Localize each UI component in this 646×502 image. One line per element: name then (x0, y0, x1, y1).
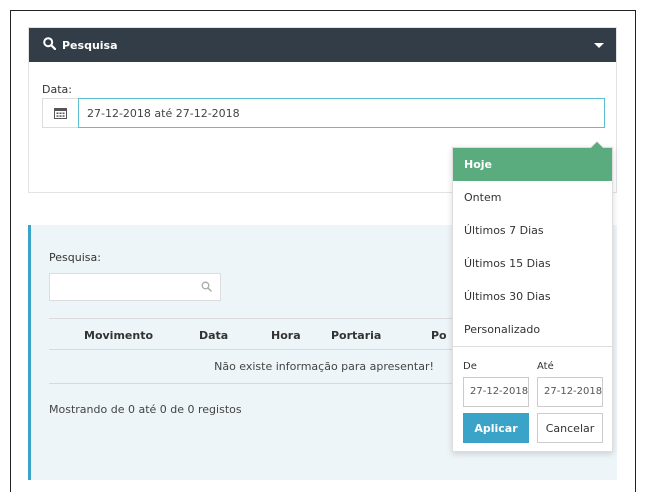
table-info: Mostrando de 0 até 0 de 0 registos (49, 403, 242, 416)
range-personalizado[interactable]: Personalizado (453, 313, 612, 346)
search-icon (43, 37, 57, 53)
column-header-po[interactable]: Po (431, 329, 447, 342)
range-15-dias[interactable]: Últimos 15 Dias (453, 247, 612, 280)
search-panel-title: Pesquisa (62, 38, 118, 52)
column-header-movimento[interactable]: Movimento (84, 329, 153, 342)
cancel-button[interactable]: Cancelar (537, 413, 603, 443)
column-header-hora[interactable]: Hora (271, 329, 301, 342)
apply-button[interactable]: Aplicar (463, 413, 529, 443)
table-search-label: Pesquisa: (49, 251, 101, 264)
range-ontem[interactable]: Ontem (453, 181, 612, 214)
search-icon (201, 281, 212, 295)
range-hoje[interactable]: Hoje (453, 148, 612, 181)
from-label: De (463, 361, 477, 372)
range-7-dias[interactable]: Últimos 7 Dias (453, 214, 612, 247)
calendar-icon[interactable] (42, 98, 78, 128)
table-search-input[interactable] (49, 273, 221, 301)
to-label: Até (537, 361, 554, 372)
from-date-input[interactable]: 27-12-2018 (463, 377, 529, 407)
date-range-picker: Hoje Ontem Últimos 7 Dias Últimos 15 Dia… (452, 147, 613, 452)
range-30-dias[interactable]: Últimos 30 Dias (453, 280, 612, 313)
picker-arrow-fill (591, 142, 603, 148)
date-range-input[interactable] (78, 98, 605, 128)
search-panel-header[interactable]: Pesquisa (29, 28, 616, 62)
range-list: Hoje Ontem Últimos 7 Dias Últimos 15 Dia… (453, 148, 612, 347)
caret-down-icon[interactable] (594, 42, 604, 48)
to-date-input[interactable]: 27-12-2018 (537, 377, 603, 407)
date-label: Data: (42, 83, 72, 96)
column-header-portaria[interactable]: Portaria (331, 329, 381, 342)
date-range-field[interactable] (42, 98, 605, 128)
column-header-data[interactable]: Data (199, 329, 228, 342)
